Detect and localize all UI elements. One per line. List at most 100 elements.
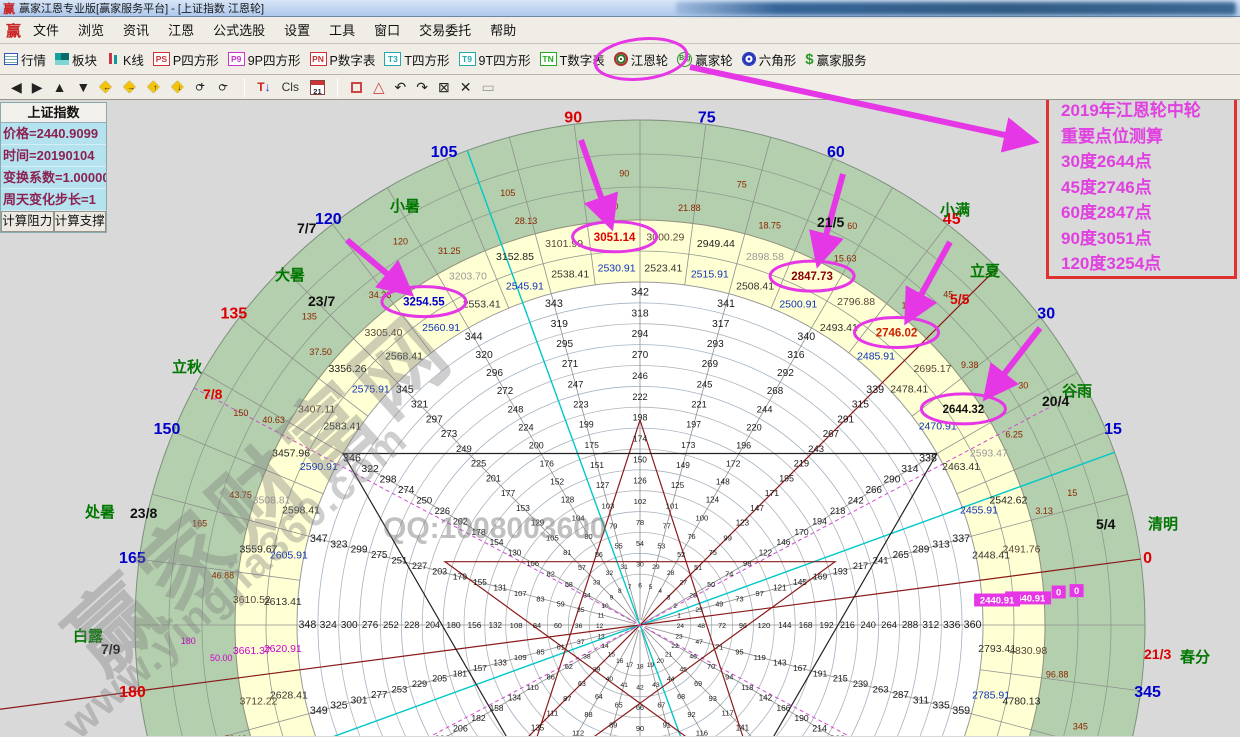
- solar-term-小暑: 小暑: [390, 195, 420, 216]
- svg-text:238: 238: [830, 734, 845, 736]
- toolbar-button-sectors[interactable]: 板块: [55, 50, 97, 69]
- toolbar-label-p-square: P四方形: [173, 50, 219, 69]
- shift-right-icon[interactable]: [123, 79, 139, 95]
- solar-term-date-7-8: 7/8: [203, 386, 222, 402]
- menu-item-交易委托[interactable]: 交易委托: [419, 23, 471, 38]
- solar-term-清明: 清明: [1148, 513, 1178, 534]
- toolbar-button-9t-square[interactable]: T99T四方形: [459, 50, 531, 69]
- svg-text:241: 241: [873, 556, 889, 567]
- svg-text:2778.41: 2778.41: [960, 735, 998, 736]
- svg-text:154: 154: [490, 537, 504, 547]
- annotation-line: 30度2644点: [1061, 149, 1234, 175]
- calendar-icon[interactable]: 21: [310, 80, 325, 95]
- menu-item-窗口[interactable]: 窗口: [374, 23, 400, 38]
- toolbar-button-p-number-table[interactable]: PNP数字表: [310, 50, 376, 69]
- svg-text:150: 150: [154, 421, 181, 438]
- toolbar-button-p-square[interactable]: PSP四方形: [153, 50, 219, 69]
- toolbar-button-t-square[interactable]: T3T四方形: [384, 50, 449, 69]
- rotate-ccw-icon[interactable]: ↶: [395, 79, 407, 96]
- page-up-icon[interactable]: ▲: [53, 79, 67, 95]
- calc-support-button[interactable]: 计算支撑: [54, 211, 107, 232]
- svg-text:49: 49: [715, 601, 723, 609]
- svg-text:90: 90: [619, 168, 629, 178]
- page-right-icon[interactable]: ▶: [32, 79, 43, 96]
- calc-resistance-button[interactable]: 计算阻力: [1, 211, 54, 232]
- svg-text:3407.11: 3407.11: [298, 403, 335, 415]
- menu-item-设置[interactable]: 设置: [284, 23, 310, 38]
- page-down-icon[interactable]: ▼: [76, 79, 90, 95]
- menu-item-浏览[interactable]: 浏览: [78, 23, 104, 38]
- toolbar-button-t-number-table[interactable]: TNT数字表: [540, 50, 605, 69]
- cls-button[interactable]: Cls: [282, 80, 299, 94]
- svg-text:336: 336: [943, 620, 961, 631]
- shift-down-icon[interactable]: [171, 79, 187, 95]
- svg-text:276: 276: [362, 620, 379, 631]
- svg-text:214: 214: [812, 724, 827, 734]
- svg-text:24: 24: [677, 623, 685, 630]
- svg-text:273: 273: [441, 429, 458, 440]
- toolbar-button-winner-wheel[interactable]: Big赢家轮: [677, 50, 733, 69]
- index-info-panel: 上证指数 价格=2440.9099 时间=20190104 变换系数=1.000…: [0, 102, 107, 233]
- toolbar-label-t-number-table: T数字表: [560, 50, 605, 69]
- menu-item-资讯[interactable]: 资讯: [123, 23, 149, 38]
- svg-text:141: 141: [736, 723, 750, 732]
- svg-text:125: 125: [671, 481, 685, 490]
- svg-text:225: 225: [471, 459, 486, 469]
- svg-text:67: 67: [657, 701, 665, 709]
- svg-text:43: 43: [652, 682, 660, 689]
- toolbar-button-gann-wheel[interactable]: 江恩轮: [614, 50, 669, 69]
- svg-text:28: 28: [667, 570, 675, 577]
- gann-wheel-chart-area[interactable]: 1530456075901051201351501651801952102252…: [0, 100, 1240, 736]
- board-icon[interactable]: ▭: [481, 79, 494, 96]
- svg-text:23: 23: [675, 634, 683, 641]
- svg-text:321: 321: [411, 400, 429, 411]
- svg-text:2796.88: 2796.88: [837, 296, 875, 308]
- zoom-in-icon[interactable]: [195, 80, 210, 95]
- svg-text:202: 202: [453, 516, 468, 526]
- menu-item-公式选股[interactable]: 公式选股: [213, 23, 265, 38]
- svg-text:73: 73: [735, 594, 743, 603]
- svg-text:60: 60: [827, 144, 845, 161]
- quotes-icon: [4, 53, 18, 65]
- shift-up-icon[interactable]: [147, 79, 163, 95]
- t-updown-icon[interactable]: T↓: [257, 80, 270, 94]
- menu-item-文件[interactable]: 文件: [33, 23, 59, 38]
- svg-text:14: 14: [601, 643, 609, 650]
- svg-text:265: 265: [893, 550, 910, 561]
- draw-triangle-icon[interactable]: △: [373, 78, 385, 96]
- toolbar-button-hexagon[interactable]: 六角形: [742, 50, 797, 69]
- svg-text:277: 277: [371, 690, 387, 701]
- zoom-out-icon[interactable]: [218, 80, 233, 95]
- toolbar-button-9p-square[interactable]: P99P四方形: [228, 50, 301, 69]
- toolbar-separator: [337, 78, 338, 97]
- svg-text:297: 297: [426, 414, 443, 425]
- svg-text:342: 342: [631, 286, 649, 298]
- rotate-cw-icon[interactable]: ↷: [416, 79, 428, 96]
- shift-left-icon[interactable]: [99, 79, 115, 95]
- svg-text:300: 300: [341, 620, 358, 631]
- toolbar-button-winner-service[interactable]: $赢家服务: [805, 50, 866, 69]
- toolbar-button-kline[interactable]: K线: [106, 50, 144, 69]
- menu-item-工具[interactable]: 工具: [329, 23, 355, 38]
- draw-square-icon[interactable]: [351, 82, 362, 93]
- page-left-icon[interactable]: ◀: [11, 79, 22, 96]
- annotation-line: 120度3254点: [1061, 251, 1234, 277]
- svg-text:313: 313: [932, 539, 950, 550]
- svg-text:240: 240: [861, 620, 876, 630]
- svg-text:246: 246: [632, 371, 648, 382]
- svg-text:215: 215: [833, 674, 848, 684]
- svg-text:196: 196: [736, 440, 751, 450]
- toolbar-button-quotes[interactable]: 行情: [4, 50, 46, 69]
- menu-item-江恩[interactable]: 江恩: [168, 23, 194, 38]
- toolbar-label-hexagon: 六角形: [759, 50, 797, 69]
- svg-text:195: 195: [779, 473, 794, 483]
- svg-text:89: 89: [609, 721, 617, 730]
- svg-text:83: 83: [536, 594, 544, 603]
- menu-item-帮助[interactable]: 帮助: [490, 23, 516, 38]
- svg-text:168: 168: [799, 620, 813, 630]
- center-cross-icon[interactable]: ✕: [460, 79, 472, 96]
- svg-text:66: 66: [636, 704, 644, 712]
- fit-box-icon[interactable]: ⊠: [438, 79, 450, 96]
- svg-text:60: 60: [847, 221, 857, 231]
- title-bar: 赢 赢家江恩专业版[赢家服务平台] - [上证指数 江恩轮]: [0, 0, 1240, 17]
